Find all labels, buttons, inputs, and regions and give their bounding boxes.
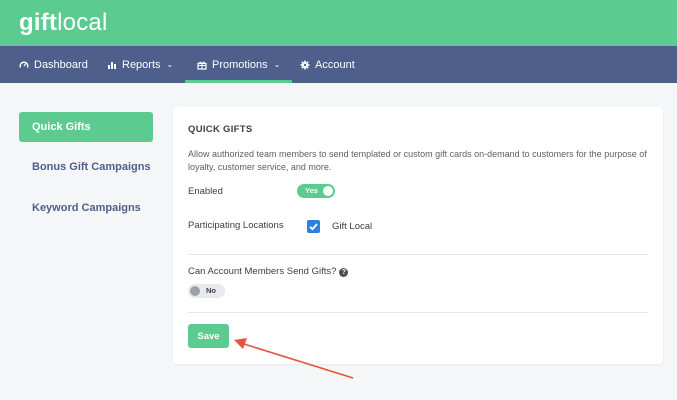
gift-local-checkbox[interactable] [307, 220, 320, 233]
checkmark-icon [309, 223, 318, 231]
chevron-down-icon: ⌄ [273, 60, 281, 69]
nav-label: Account [315, 58, 355, 71]
logo-bold-text: gift [19, 9, 58, 36]
nav-label: Dashboard [34, 58, 88, 71]
app-header: giftlocal [0, 0, 677, 46]
sidebar-item-label: Keyword Campaigns [32, 202, 141, 214]
chevron-down-icon: ⌄ [166, 60, 174, 69]
logo-light-text: local [57, 9, 108, 36]
participating-locations-label: Participating Locations [188, 220, 284, 231]
nav-label: Reports [122, 58, 161, 71]
sidebar-item-label: Quick Gifts [32, 121, 91, 133]
card-description: Allow authorized team members to send te… [188, 149, 647, 172]
account-members-send-gifts-label: Can Account Members Send Gifts?? [188, 266, 349, 277]
bar-chart-icon [107, 60, 117, 70]
sidebar-item-label: Bonus Gift Campaigns [32, 161, 151, 173]
card-title: QUICK GIFTS [188, 124, 253, 135]
main-nav: Dashboard Reports ⌄ Promotions ⌄ Account [0, 46, 677, 83]
members-label-text: Can Account Members Send Gifts? [188, 266, 337, 277]
nav-item-account[interactable]: Account [300, 46, 355, 83]
nav-item-dashboard[interactable]: Dashboard [19, 46, 88, 83]
sidebar-item-bonus-gift-campaigns[interactable]: Bonus Gift Campaigns [19, 152, 153, 182]
giftlocal-logo[interactable]: giftlocal [19, 9, 107, 37]
nav-label: Promotions [212, 58, 268, 71]
divider [188, 254, 648, 255]
gauge-icon [19, 60, 29, 70]
nav-item-reports[interactable]: Reports ⌄ [107, 46, 173, 83]
divider [188, 312, 648, 313]
quick-gifts-card: QUICK GIFTS Allow authorized team member… [173, 107, 663, 364]
sidebar-item-quick-gifts[interactable]: Quick Gifts [19, 112, 153, 142]
nav-item-promotions[interactable]: Promotions ⌄ [184, 46, 293, 83]
save-button[interactable]: Save [188, 324, 229, 348]
gear-icon [300, 60, 310, 70]
members-send-gifts-toggle[interactable]: No [188, 284, 225, 298]
help-circle-icon[interactable]: ? [339, 268, 349, 277]
toggle-knob [190, 286, 200, 296]
toggle-text: Yes [305, 186, 318, 195]
enabled-label: Enabled [188, 186, 223, 197]
gift-icon [197, 60, 207, 70]
enabled-toggle[interactable]: Yes [297, 184, 335, 198]
sidebar-item-keyword-campaigns[interactable]: Keyword Campaigns [19, 193, 153, 223]
toggle-text: No [206, 286, 216, 295]
toggle-knob [323, 186, 333, 196]
gift-local-label: Gift Local [332, 221, 373, 232]
